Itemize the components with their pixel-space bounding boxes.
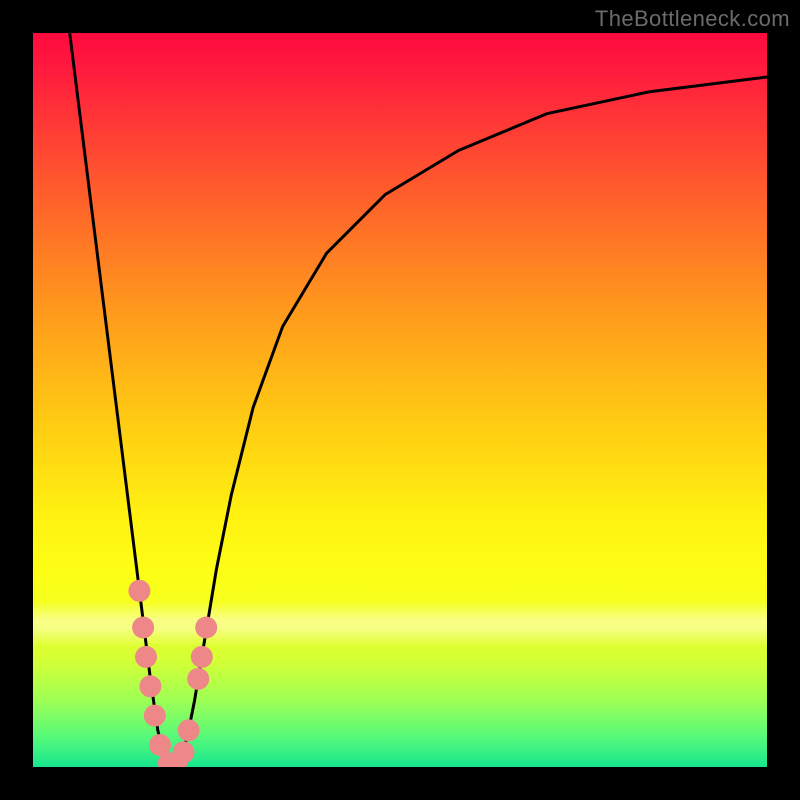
- marker-dot: [173, 741, 195, 763]
- marker-dot: [187, 668, 209, 690]
- chart-frame: TheBottleneck.com: [0, 0, 800, 800]
- marker-dot: [178, 719, 200, 741]
- marker-dot: [135, 646, 157, 668]
- plot-area: [33, 33, 767, 767]
- marker-dot: [132, 617, 154, 639]
- marker-dot: [139, 675, 161, 697]
- marker-dot: [195, 617, 217, 639]
- marker-dot: [128, 580, 150, 602]
- marker-dot: [144, 705, 166, 727]
- marker-dot: [191, 646, 213, 668]
- bottleneck-curve: [70, 33, 767, 767]
- watermark-text: TheBottleneck.com: [595, 6, 790, 32]
- curve-canvas: [33, 33, 767, 767]
